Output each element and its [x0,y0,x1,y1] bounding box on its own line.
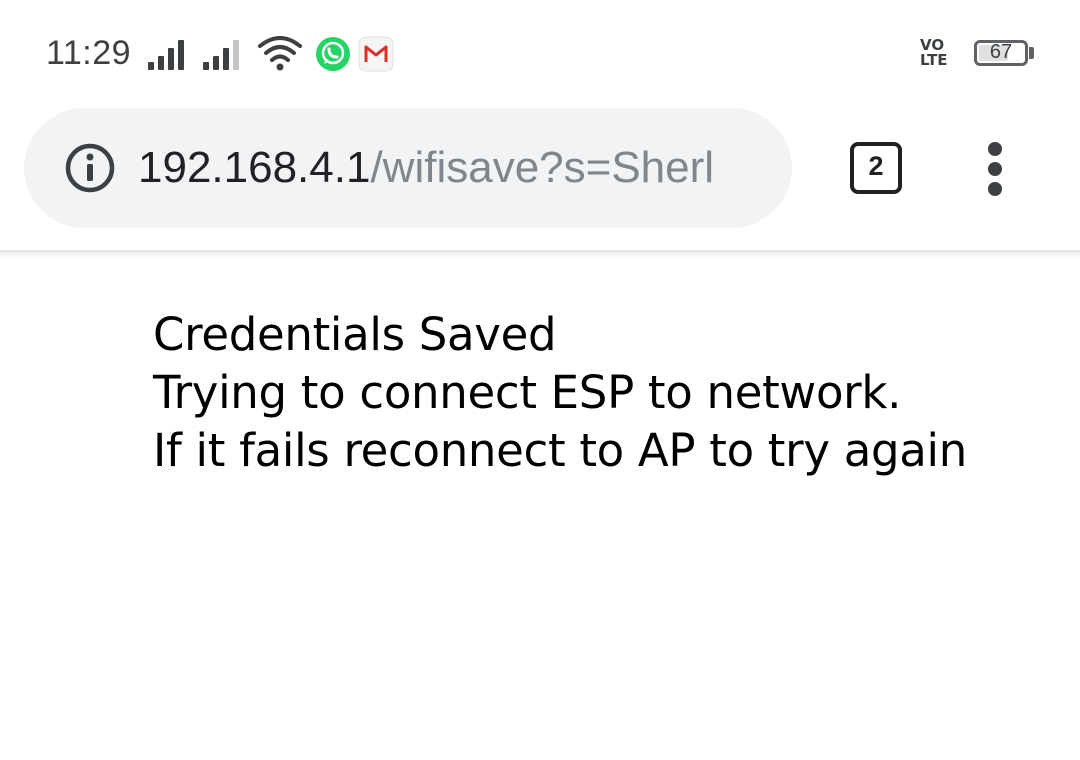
volte-indicator: VO LTE [920,38,948,68]
status-message-line: Trying to connect ESP to network. [153,366,902,419]
whatsapp-icon [316,37,350,71]
browser-toolbar: 192.168.4.1/wifisave?s=Sherl 2 [0,100,1080,252]
overflow-menu-button[interactable] [976,142,1016,196]
tab-switcher-button[interactable]: 2 [850,142,902,194]
toolbar-shadow [0,250,1080,258]
status-message-line: If it fails reconnect to AP to try again [153,424,967,477]
lte-label: LTE [920,51,948,69]
battery-level: 67 [989,41,1013,63]
signal-icon [203,40,239,70]
gmail-icon [358,36,394,72]
status-time: 11:29 [46,34,132,72]
tab-count: 2 [868,151,884,181]
status-bar: 11:29 VO LTE 67 [0,0,1080,100]
url-path: /wifisave?s=Sherl [370,143,715,192]
signal-icon [148,40,184,70]
url-text[interactable]: 192.168.4.1/wifisave?s=Sherl [138,140,764,196]
status-message-line: Credentials Saved [153,308,557,361]
battery-cap [1029,47,1034,59]
battery-icon: 67 [974,40,1028,66]
url-host: 192.168.4.1 [138,143,371,192]
page-content: Credentials Saved Trying to connect ESP … [153,306,967,480]
menu-dot-icon [988,142,1002,156]
address-bar[interactable]: 192.168.4.1/wifisave?s=Sherl [24,108,792,228]
info-icon[interactable] [64,142,116,194]
menu-dot-icon [988,162,1002,176]
wifi-icon [258,36,302,71]
menu-dot-icon [988,182,1002,196]
